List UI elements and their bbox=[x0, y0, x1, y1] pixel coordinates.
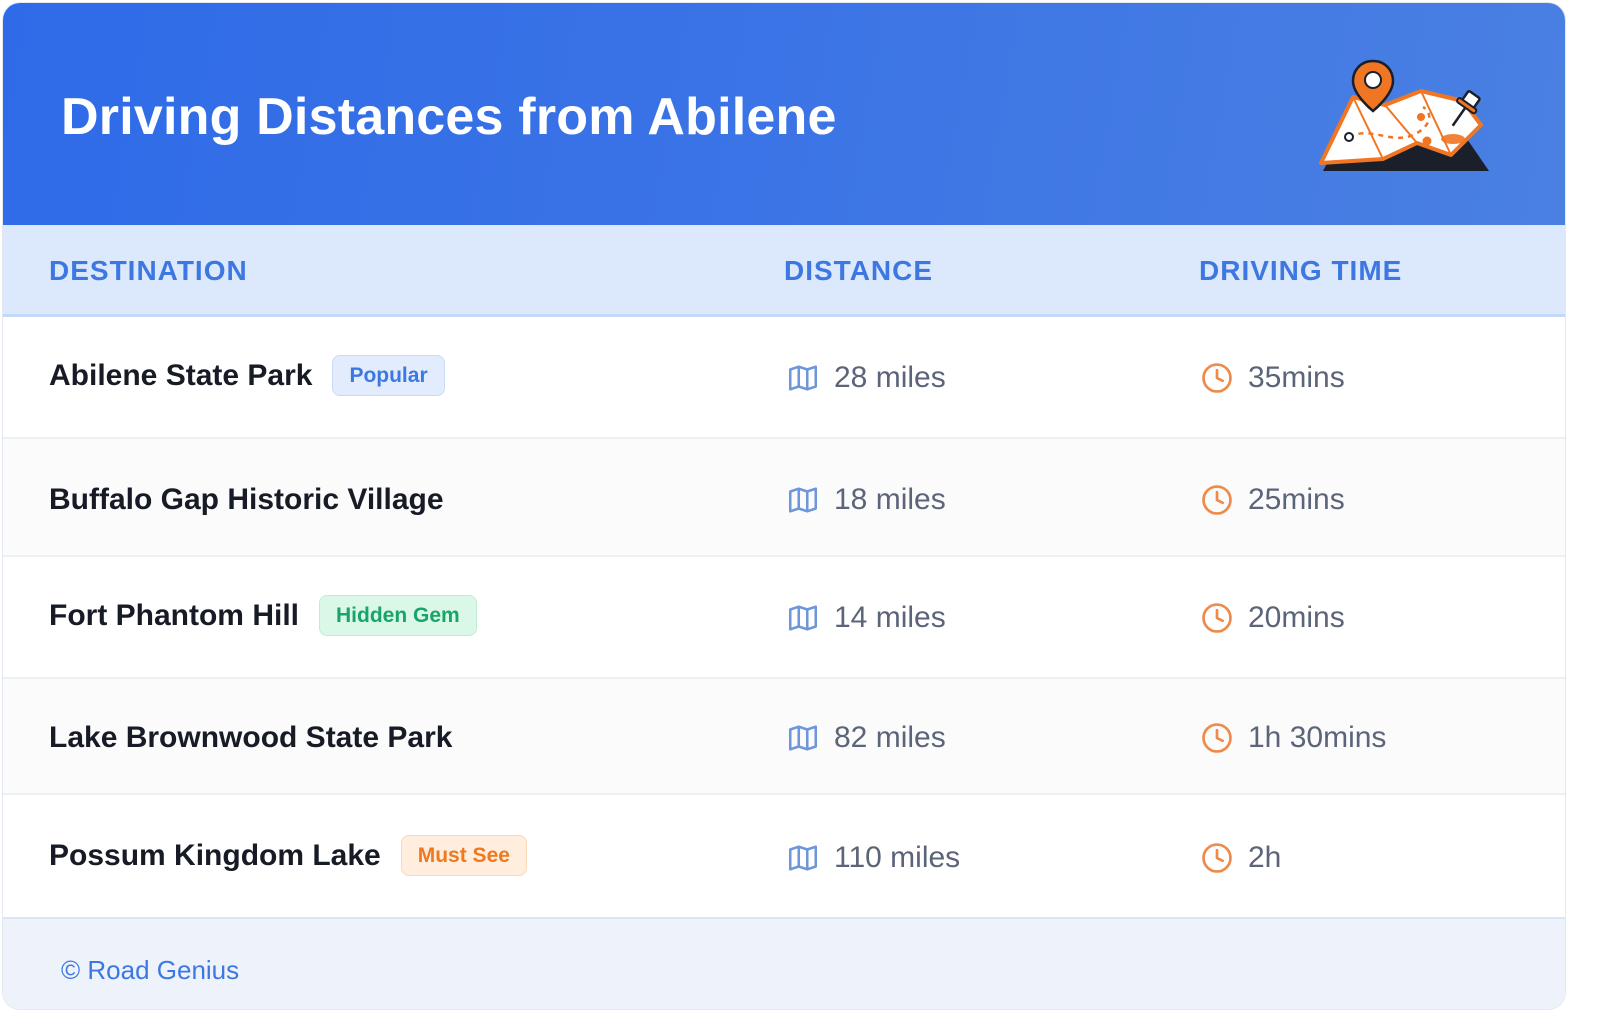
must-see-badge: Must See bbox=[400, 835, 527, 876]
destination-name: Fort Phantom Hill bbox=[49, 598, 299, 632]
header-banner: Driving Distances from Abilene bbox=[3, 3, 1565, 225]
table-row[interactable]: Possum Kingdom Lake Must See 110 miles 2… bbox=[3, 795, 1565, 917]
distance-cell: 110 miles bbox=[786, 841, 960, 875]
time-cell: 20mins bbox=[1200, 601, 1345, 635]
column-header-distance[interactable]: DISTANCE bbox=[784, 255, 933, 287]
hidden-gem-badge: Hidden Gem bbox=[319, 595, 477, 636]
destination-name: Abilene State Park bbox=[49, 358, 313, 392]
time-value: 25mins bbox=[1248, 483, 1345, 516]
distance-cell: 18 miles bbox=[786, 483, 946, 517]
distance-cell: 82 miles bbox=[786, 721, 946, 755]
table-row[interactable]: Fort Phantom Hill Hidden Gem 14 miles 20… bbox=[3, 557, 1565, 679]
distances-card: Driving Distances from Abilene DESTINATI… bbox=[2, 2, 1566, 1010]
distance-value: 82 miles bbox=[834, 721, 946, 754]
destination-name: Buffalo Gap Historic Village bbox=[49, 483, 444, 516]
time-cell: 1h 30mins bbox=[1200, 721, 1386, 755]
map-icon bbox=[788, 487, 818, 513]
table-header: DESTINATION DISTANCE DRIVING TIME bbox=[3, 225, 1565, 317]
destination-cell: Lake Brownwood State Park bbox=[49, 721, 452, 755]
distance-value: 18 miles bbox=[834, 483, 946, 516]
table-row[interactable]: Abilene State Park Popular 28 miles 35mi… bbox=[3, 317, 1565, 439]
destination-name: Lake Brownwood State Park bbox=[49, 721, 453, 754]
time-cell: 25mins bbox=[1200, 483, 1345, 517]
clock-icon bbox=[1202, 723, 1232, 753]
time-value: 1h 30mins bbox=[1248, 721, 1387, 754]
time-value: 2h bbox=[1248, 841, 1282, 874]
distance-value: 110 miles bbox=[834, 841, 961, 874]
clock-icon bbox=[1202, 843, 1232, 873]
table-row[interactable]: Lake Brownwood State Park 82 miles 1h 30… bbox=[3, 679, 1565, 795]
column-header-driving-time[interactable]: DRIVING TIME bbox=[1199, 255, 1402, 287]
map-icon bbox=[788, 725, 818, 751]
popular-badge: Popular bbox=[332, 355, 445, 396]
distance-value: 28 miles bbox=[834, 361, 946, 394]
copyright-link[interactable]: © Road Genius bbox=[61, 955, 239, 986]
map-icon bbox=[788, 845, 818, 871]
clock-icon bbox=[1202, 603, 1232, 633]
map-icon bbox=[788, 365, 818, 391]
destination-cell: Possum Kingdom Lake Must See bbox=[49, 835, 527, 876]
page-title: Driving Distances from Abilene bbox=[61, 88, 837, 146]
time-cell: 35mins bbox=[1200, 361, 1345, 395]
map-icon bbox=[788, 605, 818, 631]
time-value: 35mins bbox=[1248, 361, 1345, 394]
destination-name: Possum Kingdom Lake bbox=[49, 838, 381, 872]
distance-cell: 28 miles bbox=[786, 361, 946, 395]
map-pin-illustration-icon bbox=[1319, 59, 1489, 171]
distance-value: 14 miles bbox=[834, 601, 946, 634]
time-value: 20mins bbox=[1248, 601, 1345, 634]
table-row[interactable]: Buffalo Gap Historic Village 18 miles 25… bbox=[3, 439, 1565, 557]
destination-cell: Abilene State Park Popular bbox=[49, 355, 445, 396]
distance-cell: 14 miles bbox=[786, 601, 946, 635]
footer: © Road Genius bbox=[3, 917, 1565, 1009]
column-header-destination[interactable]: DESTINATION bbox=[49, 255, 248, 287]
destination-cell: Buffalo Gap Historic Village bbox=[49, 483, 444, 517]
clock-icon bbox=[1202, 485, 1232, 515]
clock-icon bbox=[1202, 363, 1232, 393]
destination-cell: Fort Phantom Hill Hidden Gem bbox=[49, 595, 477, 636]
time-cell: 2h bbox=[1200, 841, 1281, 875]
